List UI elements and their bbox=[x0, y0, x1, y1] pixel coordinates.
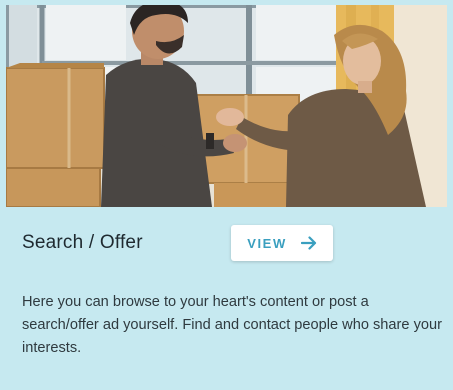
search-offer-card: Search / Offer VIEW Here you can browse … bbox=[0, 0, 453, 390]
view-button[interactable]: VIEW bbox=[231, 225, 333, 261]
view-button-label: VIEW bbox=[247, 235, 287, 251]
card-title: Search / Offer bbox=[22, 232, 143, 253]
arrow-right-icon bbox=[300, 236, 317, 250]
card-description: Here you can browse to your heart's cont… bbox=[22, 294, 442, 356]
handshake-photo bbox=[6, 5, 447, 207]
card-image bbox=[6, 5, 447, 207]
